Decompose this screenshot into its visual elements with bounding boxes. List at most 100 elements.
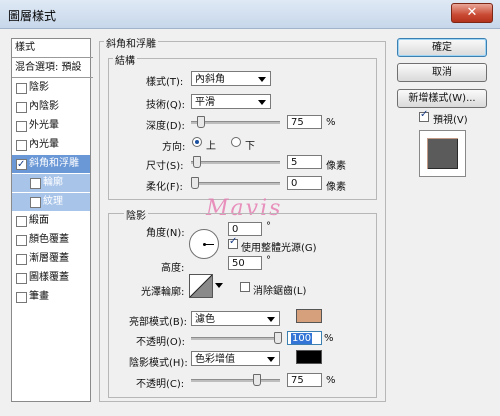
soften-slider-track[interactable] <box>191 182 280 185</box>
direction-up-label: 上 <box>206 141 216 152</box>
gloss-contour-preview[interactable] <box>189 274 213 298</box>
effect-checkbox[interactable] <box>16 254 27 265</box>
highlight-color-swatch[interactable] <box>296 309 322 323</box>
direction-up-radio[interactable] <box>192 137 202 147</box>
sidebar-item-label: 緞面 <box>29 215 49 226</box>
effect-checkbox[interactable] <box>16 102 27 113</box>
size-slider-track[interactable] <box>191 161 280 164</box>
effect-checkbox[interactable] <box>16 121 27 132</box>
angle-dial[interactable] <box>189 229 219 259</box>
highlight-opacity-label: 不透明(O): <box>136 337 186 348</box>
angle-input[interactable]: 0 <box>228 222 262 236</box>
depth-slider-thumb[interactable] <box>197 116 205 128</box>
contour-linear-icon <box>190 275 212 297</box>
global-light-label: 使用整體光源(G) <box>241 243 317 254</box>
styles-list: 樣式 混合選項: 預設 陰影內陰影外光暈內光暈斜角和浮雕輪廓紋理緞面顏色覆蓋漸層… <box>11 38 93 402</box>
style-select[interactable]: 內斜角 <box>191 71 271 86</box>
shadow-opacity-track[interactable] <box>191 379 280 382</box>
sidebar-item-label: 外光暈 <box>29 120 59 131</box>
sidebar-item[interactable]: 外光暈 <box>12 117 90 135</box>
soften-slider-thumb[interactable] <box>191 177 199 189</box>
soften-label: 柔化(F): <box>146 182 183 193</box>
effect-checkbox[interactable] <box>16 273 27 284</box>
sidebar-item[interactable]: 圖樣覆蓋 <box>12 269 90 287</box>
highlight-mode-value: 濾色 <box>195 314 215 325</box>
effect-checkbox[interactable] <box>30 197 41 208</box>
close-icon: ✕ <box>466 5 478 20</box>
highlight-mode-label: 亮部模式(B): <box>129 317 188 328</box>
styles-header: 樣式 <box>12 39 93 58</box>
structure-title: 結構 <box>113 52 137 67</box>
technique-label: 技術(Q): <box>146 100 186 111</box>
sidebar-item[interactable]: 陰影 <box>12 79 90 97</box>
effect-checkbox[interactable] <box>16 216 27 227</box>
sidebar-item[interactable]: 斜角和浮雕 <box>12 155 90 174</box>
new-style-button[interactable]: 新增樣式(W)... <box>397 89 487 108</box>
shadow-color-swatch[interactable] <box>296 350 322 364</box>
effect-checkbox[interactable] <box>16 292 27 303</box>
global-light-checkbox[interactable] <box>228 236 238 249</box>
technique-select[interactable]: 平滑 <box>191 94 271 109</box>
shadow-opacity-unit: % <box>326 375 336 386</box>
altitude-input[interactable]: 50 <box>228 256 262 270</box>
bevel-emboss-title: 斜角和浮雕 <box>104 35 158 50</box>
chevron-down-icon <box>258 100 266 105</box>
sidebar-item-label: 內陰影 <box>29 101 59 112</box>
shadow-opacity-label: 不透明(C): <box>136 379 185 390</box>
highlight-opacity-unit: % <box>324 333 334 344</box>
depth-input[interactable]: 75 <box>287 115 322 129</box>
sidebar-item[interactable]: 內陰影 <box>12 98 90 116</box>
shadow-opacity-input[interactable]: 75 <box>287 373 322 387</box>
altitude-unit: ° <box>266 255 271 266</box>
direction-down-radio[interactable] <box>231 137 241 147</box>
sidebar-item[interactable]: 輪廓 <box>12 174 90 192</box>
style-value: 內斜角 <box>195 74 225 85</box>
size-slider-thumb[interactable] <box>193 156 201 168</box>
effect-checkbox[interactable] <box>30 178 41 189</box>
sidebar-item-label: 斜角和浮雕 <box>29 158 79 169</box>
sidebar-item[interactable]: 顏色覆蓋 <box>12 231 90 249</box>
sidebar-item-label: 輪廓 <box>43 177 63 188</box>
effect-checkbox[interactable] <box>16 83 27 94</box>
shadow-opacity-thumb[interactable] <box>253 374 261 386</box>
chevron-down-icon <box>267 357 275 362</box>
size-label: 尺寸(S): <box>146 161 184 172</box>
sidebar-item[interactable]: 內光暈 <box>12 136 90 154</box>
shading-title: 陰影 <box>124 207 148 222</box>
soften-unit: 像素 <box>326 182 346 193</box>
depth-unit: % <box>326 117 336 128</box>
highlight-opacity-track[interactable] <box>191 337 280 340</box>
preview-checkbox[interactable] <box>419 109 429 122</box>
highlight-opacity-input[interactable]: 100 <box>287 331 322 345</box>
sidebar-item[interactable]: 紋理 <box>12 193 90 211</box>
title-bar: 圖層樣式 ✕ <box>0 0 500 29</box>
close-button[interactable]: ✕ <box>451 3 493 23</box>
ok-button[interactable]: 確定 <box>397 38 487 57</box>
shadow-mode-value: 色彩增值 <box>195 354 235 365</box>
effect-checkbox[interactable] <box>16 140 27 151</box>
cancel-button[interactable]: 取消 <box>397 63 487 82</box>
anti-alias-checkbox[interactable] <box>240 282 250 292</box>
sidebar-item[interactable]: 筆畫 <box>12 288 90 306</box>
chevron-down-icon[interactable] <box>215 283 223 288</box>
effect-checkbox[interactable] <box>16 156 27 174</box>
technique-value: 平滑 <box>195 97 215 108</box>
soften-input[interactable]: 0 <box>287 176 322 190</box>
depth-label: 深度(D): <box>146 121 185 132</box>
style-label: 樣式(T): <box>146 77 184 88</box>
highlight-opacity-thumb[interactable] <box>274 332 282 344</box>
sidebar-item[interactable]: 緞面 <box>12 212 90 230</box>
effect-checkbox[interactable] <box>16 235 27 246</box>
size-unit: 像素 <box>326 161 346 172</box>
sidebar-item[interactable]: 漸層覆蓋 <box>12 250 90 268</box>
sidebar-item-label: 紋理 <box>43 196 63 207</box>
chevron-down-icon <box>267 317 275 322</box>
style-preview-box <box>419 130 466 177</box>
highlight-opacity-value: 100 <box>291 333 313 344</box>
shadow-mode-select[interactable]: 色彩增值 <box>191 351 280 366</box>
size-input[interactable]: 5 <box>287 155 322 169</box>
blend-options-item[interactable]: 混合選項: 預設 <box>12 59 93 78</box>
angle-unit: ° <box>266 221 271 232</box>
shadow-mode-label: 陰影模式(H): <box>129 358 188 369</box>
highlight-mode-select[interactable]: 濾色 <box>191 311 280 326</box>
